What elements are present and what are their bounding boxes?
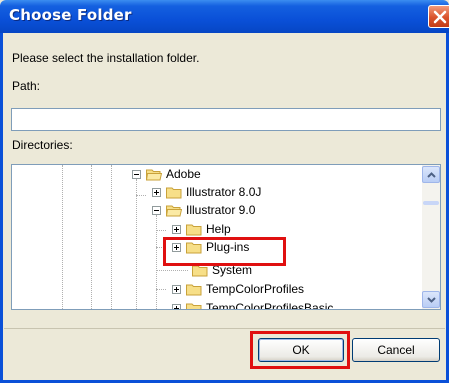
- scroll-down-button[interactable]: [422, 291, 440, 308]
- cancel-button[interactable]: Cancel: [352, 338, 440, 362]
- tree-item-label: Help: [206, 222, 231, 236]
- button-separator: [4, 328, 445, 329]
- tree-guide-line: [91, 165, 92, 309]
- scroll-thumb[interactable]: [423, 201, 439, 205]
- tree-guide-line: [156, 230, 166, 231]
- tree-guide-line: [111, 165, 112, 309]
- tree-guide-line: [62, 165, 63, 309]
- close-button[interactable]: [428, 5, 449, 28]
- scroll-up-button[interactable]: [422, 166, 440, 183]
- collapse-toggle[interactable]: [132, 169, 141, 179]
- tree-item-illustrator-8[interactable]: Illustrator 8.0J: [152, 183, 261, 201]
- directories-label: Directories:: [12, 138, 73, 152]
- expand-toggle[interactable]: [172, 242, 181, 252]
- tree-item-illustrator-9[interactable]: Illustrator 9.0: [152, 201, 255, 219]
- vertical-scrollbar[interactable]: [422, 165, 440, 309]
- ok-button[interactable]: OK: [258, 338, 344, 362]
- title-bar[interactable]: Choose Folder: [0, 0, 449, 33]
- instruction-text: Please select the installation folder.: [12, 51, 200, 65]
- tree-item-label: TempColorProfilesBasic: [206, 301, 334, 310]
- chevron-down-icon: [427, 297, 436, 303]
- tree-item-plug-ins[interactable]: Plug-ins: [172, 238, 249, 256]
- folder-open-icon: [166, 205, 182, 216]
- folder-icon: [186, 242, 202, 253]
- tree-item-label: System: [212, 263, 253, 277]
- directory-tree[interactable]: Adobe Illustrator 8.0J Illustrator 9.0 H…: [11, 164, 441, 310]
- folder-icon: [166, 187, 182, 198]
- tree-guide-line: [156, 247, 166, 248]
- tree-item-label: TempColorProfiles: [206, 282, 305, 296]
- folder-open-icon: [146, 169, 162, 180]
- tree-item-tempcolorprofilesbasic[interactable]: TempColorProfilesBasic: [172, 299, 334, 310]
- folder-icon: [186, 224, 202, 235]
- tree-guide-line: [136, 179, 137, 309]
- close-icon: [433, 10, 447, 24]
- tree-item-label: Illustrator 8.0J: [186, 185, 262, 199]
- tree-item-help[interactable]: Help: [172, 220, 231, 238]
- tree-item-adobe[interactable]: Adobe: [132, 165, 201, 183]
- folder-icon: [192, 265, 208, 276]
- path-label: Path:: [12, 79, 41, 93]
- tree-guide-line: [156, 270, 188, 271]
- choose-folder-dialog: Choose Folder Please select the installa…: [0, 0, 449, 383]
- collapse-toggle[interactable]: [152, 205, 161, 215]
- expand-toggle[interactable]: [152, 187, 161, 197]
- expand-toggle[interactable]: [172, 303, 181, 309]
- tree-guide-line: [136, 195, 146, 196]
- window-border-left: [0, 33, 3, 383]
- path-input[interactable]: [11, 108, 441, 131]
- folder-icon: [186, 303, 202, 309]
- expand-toggle[interactable]: [172, 224, 181, 234]
- tree-item-label: Plug-ins: [206, 240, 250, 254]
- tree-guide-line: [156, 289, 166, 290]
- tree-item-label: Adobe: [166, 167, 201, 181]
- folder-icon: [186, 284, 202, 295]
- tree-item-tempcolorprofiles[interactable]: TempColorProfiles: [172, 280, 304, 298]
- dialog-title: Choose Folder: [9, 6, 132, 24]
- chevron-up-icon: [427, 172, 436, 178]
- tree-item-system[interactable]: System: [192, 261, 252, 279]
- tree-item-label: Illustrator 9.0: [186, 203, 256, 217]
- expand-toggle[interactable]: [172, 284, 181, 294]
